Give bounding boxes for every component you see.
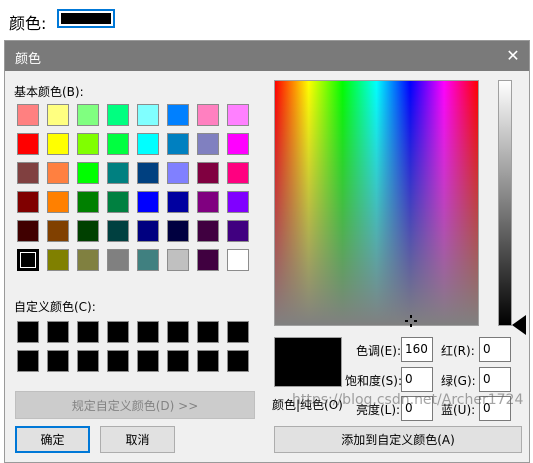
basic-color-swatch-5-1[interactable] bbox=[47, 249, 69, 271]
current-color-fill bbox=[61, 13, 111, 24]
basic-color-swatch-2-0[interactable] bbox=[17, 162, 39, 184]
basic-color-swatch-2-2[interactable] bbox=[77, 162, 99, 184]
basic-color-swatch-3-3[interactable] bbox=[107, 191, 129, 213]
basic-color-swatch-5-2[interactable] bbox=[77, 249, 99, 271]
hue-field[interactable]: 160 bbox=[401, 337, 433, 362]
basic-colors-label: 基本颜色(B): bbox=[14, 85, 84, 99]
basic-color-swatch-0-1[interactable] bbox=[47, 104, 69, 126]
basic-color-swatch-3-7[interactable] bbox=[227, 191, 249, 213]
basic-color-swatch-3-1[interactable] bbox=[47, 191, 69, 213]
saturation-label: 饱和度(S): bbox=[345, 374, 403, 388]
basic-color-swatch-5-6[interactable] bbox=[197, 249, 219, 271]
basic-color-swatch-3-5[interactable] bbox=[167, 191, 189, 213]
basic-color-swatch-4-5[interactable] bbox=[167, 220, 189, 242]
green-field[interactable]: 0 bbox=[479, 367, 511, 392]
luminance-slider[interactable] bbox=[498, 80, 512, 326]
basic-color-swatch-1-5[interactable] bbox=[167, 133, 189, 155]
color-preview bbox=[274, 337, 342, 387]
color-spectrum[interactable] bbox=[274, 80, 479, 326]
basic-color-swatch-3-6[interactable] bbox=[197, 191, 219, 213]
basic-color-swatch-1-2[interactable] bbox=[77, 133, 99, 155]
basic-color-swatch-2-5[interactable] bbox=[167, 162, 189, 184]
custom-color-swatch-1-1[interactable] bbox=[47, 350, 69, 372]
basic-color-swatch-2-7[interactable] bbox=[227, 162, 249, 184]
custom-color-swatch-0-0[interactable] bbox=[17, 321, 39, 343]
basic-color-swatch-3-2[interactable] bbox=[77, 191, 99, 213]
basic-color-swatch-1-4[interactable] bbox=[137, 133, 159, 155]
custom-color-swatch-1-2[interactable] bbox=[77, 350, 99, 372]
ok-button[interactable]: 确定 bbox=[15, 426, 90, 453]
custom-color-swatch-0-3[interactable] bbox=[107, 321, 129, 343]
red-label: 红(R): bbox=[441, 344, 475, 358]
title-bar: 颜色 ✕ bbox=[5, 41, 529, 71]
custom-color-swatch-1-3[interactable] bbox=[107, 350, 129, 372]
custom-color-swatch-1-4[interactable] bbox=[137, 350, 159, 372]
basic-color-swatch-0-2[interactable] bbox=[77, 104, 99, 126]
basic-color-swatch-2-3[interactable] bbox=[107, 162, 129, 184]
close-icon[interactable]: ✕ bbox=[501, 44, 525, 68]
basic-color-swatch-1-7[interactable] bbox=[227, 133, 249, 155]
basic-color-swatch-0-7[interactable] bbox=[227, 104, 249, 126]
basic-color-swatch-2-1[interactable] bbox=[47, 162, 69, 184]
basic-color-swatch-2-6[interactable] bbox=[197, 162, 219, 184]
basic-color-swatch-0-3[interactable] bbox=[107, 104, 129, 126]
basic-color-swatch-5-3[interactable] bbox=[107, 249, 129, 271]
custom-color-swatch-1-7[interactable] bbox=[227, 350, 249, 372]
green-label: 绿(G): bbox=[441, 374, 476, 388]
basic-color-swatch-3-0[interactable] bbox=[17, 191, 39, 213]
basic-color-swatch-4-2[interactable] bbox=[77, 220, 99, 242]
hue-label: 色调(E): bbox=[356, 344, 401, 358]
color-label: 颜色: bbox=[9, 14, 47, 33]
color-swatch-button[interactable] bbox=[57, 9, 115, 28]
custom-color-swatch-0-2[interactable] bbox=[77, 321, 99, 343]
basic-color-swatch-0-0[interactable] bbox=[17, 104, 39, 126]
custom-colors-label: 自定义颜色(C): bbox=[14, 300, 96, 314]
basic-color-swatch-4-4[interactable] bbox=[137, 220, 159, 242]
custom-color-swatch-0-5[interactable] bbox=[167, 321, 189, 343]
custom-color-swatch-1-5[interactable] bbox=[167, 350, 189, 372]
custom-color-swatch-0-7[interactable] bbox=[227, 321, 249, 343]
custom-color-swatch-0-6[interactable] bbox=[197, 321, 219, 343]
crosshair-icon bbox=[405, 315, 417, 327]
basic-color-swatch-4-7[interactable] bbox=[227, 220, 249, 242]
basic-color-swatch-2-4[interactable] bbox=[137, 162, 159, 184]
basic-color-swatch-5-5[interactable] bbox=[167, 249, 189, 271]
red-field[interactable]: 0 bbox=[479, 337, 511, 362]
basic-color-swatch-1-3[interactable] bbox=[107, 133, 129, 155]
watermark: https://blog.csdn.net/Archer1724 bbox=[292, 392, 524, 408]
basic-color-swatch-3-4[interactable] bbox=[137, 191, 159, 213]
basic-color-swatch-4-0[interactable] bbox=[17, 220, 39, 242]
basic-color-swatch-5-7[interactable] bbox=[227, 249, 249, 271]
basic-color-swatch-5-0[interactable] bbox=[17, 249, 39, 271]
custom-color-swatch-0-1[interactable] bbox=[47, 321, 69, 343]
basic-color-swatch-4-1[interactable] bbox=[47, 220, 69, 242]
basic-color-swatch-5-4[interactable] bbox=[137, 249, 159, 271]
custom-color-swatch-1-6[interactable] bbox=[197, 350, 219, 372]
basic-color-swatch-1-0[interactable] bbox=[17, 133, 39, 155]
basic-color-swatch-4-3[interactable] bbox=[107, 220, 129, 242]
basic-color-swatch-0-6[interactable] bbox=[197, 104, 219, 126]
dialog-title: 颜色 bbox=[15, 52, 42, 67]
define-custom-colors-button[interactable]: 规定自定义颜色(D) >> bbox=[15, 391, 255, 419]
add-to-custom-colors-button[interactable]: 添加到自定义颜色(A) bbox=[274, 426, 522, 453]
basic-color-swatch-1-1[interactable] bbox=[47, 133, 69, 155]
basic-color-swatch-4-6[interactable] bbox=[197, 220, 219, 242]
custom-color-swatch-1-0[interactable] bbox=[17, 350, 39, 372]
luminance-pointer-icon[interactable] bbox=[512, 315, 526, 335]
cancel-button[interactable]: 取消 bbox=[100, 426, 175, 453]
custom-color-swatch-0-4[interactable] bbox=[137, 321, 159, 343]
basic-color-swatch-0-5[interactable] bbox=[167, 104, 189, 126]
saturation-field[interactable]: 0 bbox=[401, 367, 433, 392]
basic-color-swatch-0-4[interactable] bbox=[137, 104, 159, 126]
basic-color-swatch-1-6[interactable] bbox=[197, 133, 219, 155]
